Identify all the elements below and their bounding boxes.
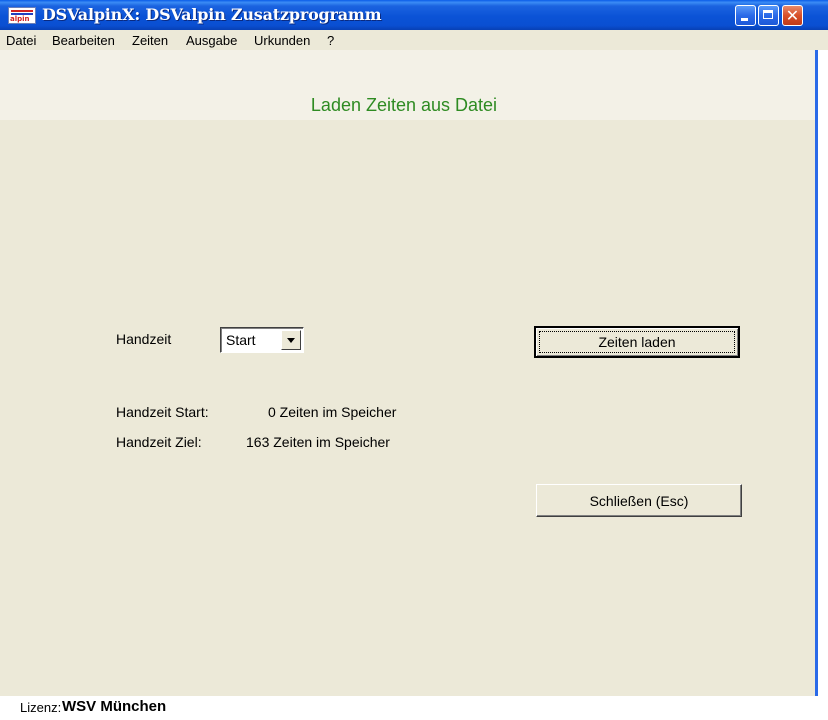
menu-bearbeiten[interactable]: Bearbeiten [52,33,115,48]
status-bar: Lizenz: WSV München [0,696,828,720]
stat-ziel-value: 163 Zeiten im Speicher [246,434,390,450]
load-times-button-label: Zeiten laden [598,334,676,350]
handzeit-select-value: Start [226,332,256,348]
window-title: DSValpinX: DSValpin Zusatzprogramm [42,5,382,24]
app-icon-text: alpin [10,15,30,23]
stat-ziel-label: Handzeit Ziel: [116,434,202,450]
menu-bar: Datei Bearbeiten Zeiten Ausgabe Urkunden… [0,30,828,50]
window-edge [818,50,828,720]
license-label: Lizenz: [20,700,62,715]
menu-urkunden[interactable]: Urkunden [254,33,310,48]
stat-start-label: Handzeit Start: [116,404,209,420]
load-times-button[interactable]: Zeiten laden [534,326,740,358]
handzeit-label: Handzeit [116,331,172,347]
menu-help[interactable]: ? [327,33,334,48]
stat-start-value: 0 Zeiten im Speicher [268,404,397,420]
close-icon: ✕ [785,6,800,25]
close-window-button[interactable]: ✕ [782,5,803,26]
chevron-down-icon[interactable] [281,330,301,350]
maximize-button[interactable] [758,5,779,26]
app-window: alpin DSValpinX: DSValpin Zusatzprogramm… [0,0,828,720]
minimize-button[interactable] [735,5,756,26]
handzeit-select[interactable]: Start [220,327,304,353]
license-value: WSV München [62,698,167,715]
close-button-label: Schließen (Esc) [589,492,689,509]
title-bar[interactable]: alpin DSValpinX: DSValpin Zusatzprogramm… [0,0,828,30]
menu-ausgabe[interactable]: Ausgabe [186,33,237,48]
page-title: Laden Zeiten aus Datei [310,95,498,115]
menu-zeiten[interactable]: Zeiten [132,33,168,48]
close-button[interactable]: Schließen (Esc) [536,484,742,517]
menu-datei[interactable]: Datei [6,33,36,48]
app-icon[interactable]: alpin [8,7,36,24]
